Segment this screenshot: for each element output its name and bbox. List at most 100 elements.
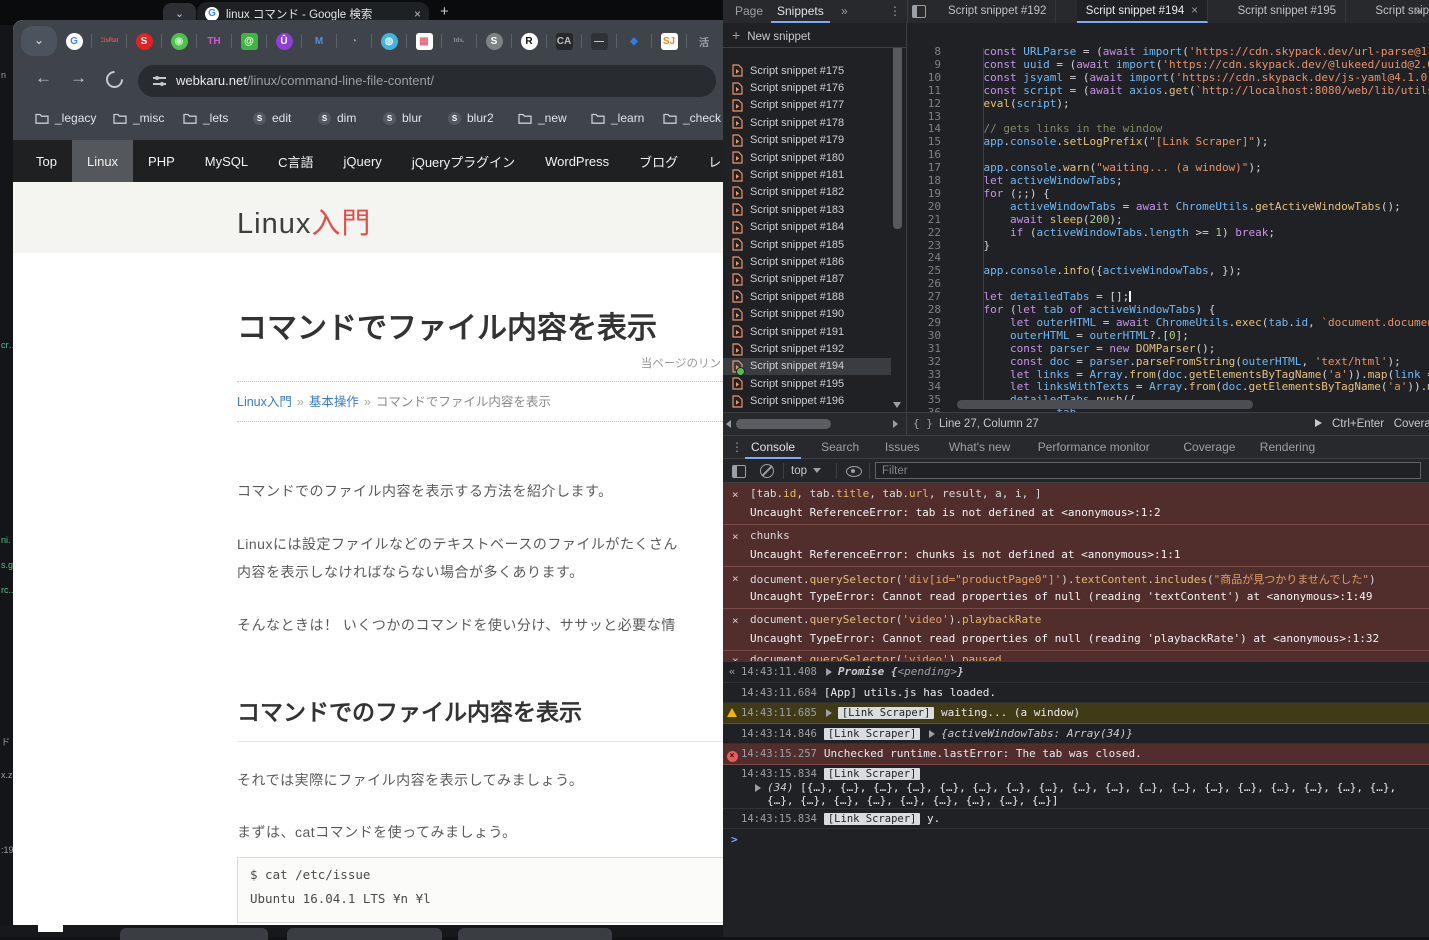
orange-sj-favicon[interactable]: SJ — [658, 30, 680, 52]
snippet-item-195[interactable]: Script snippet #195 — [723, 375, 891, 392]
snippet-item-185[interactable]: Script snippet #185 — [723, 236, 891, 253]
snippet-item-184[interactable]: Script snippet #184 — [723, 219, 891, 236]
more-editor-tabs-icon[interactable]: » — [1409, 0, 1428, 23]
drawer-tab-console[interactable]: Console — [745, 436, 801, 459]
console-warning-message[interactable]: 14:43:11.685[Link Scraper] waiting... (a… — [723, 703, 1429, 724]
page-meta-link[interactable]: 当ページのリン — [641, 355, 721, 371]
site-nav--[interactable]: ブログ — [624, 140, 693, 182]
snippet-item-187[interactable]: Script snippet #187 — [723, 271, 891, 288]
globe-s-favicon[interactable]: S — [483, 30, 505, 52]
close-tab-icon[interactable]: × — [1191, 5, 1198, 17]
console-error-message[interactable]: ×[tab.id, tab.title, tab.url, result, a,… — [723, 483, 1429, 525]
drawer-tab-rendering[interactable]: Rendering — [1254, 436, 1321, 459]
site-nav-wordpress[interactable]: WordPress — [530, 140, 624, 182]
code-line-25[interactable]: 25 app.console.info({activeWindowTabs, }… — [907, 265, 1429, 278]
bookmark-dim[interactable]: Sdim — [318, 111, 356, 125]
bookmark-lets[interactable]: _lets — [183, 111, 228, 125]
url-text[interactable]: webkaru.net/linux/command-line-file-cont… — [176, 73, 434, 88]
snippets-horizontal-scrollbar[interactable] — [723, 413, 907, 435]
tds-favicon[interactable]: tds. — [448, 30, 470, 52]
new-tab-button[interactable]: + — [440, 3, 449, 20]
panel-tab-snippets[interactable]: Snippets — [771, 0, 830, 23]
editor-tab-194[interactable]: Script snippet #194× — [1077, 0, 1208, 23]
menu-dots-icon[interactable]: ⋮ — [883, 0, 907, 23]
code-editor[interactable]: 8 const URLParse = (await import('https:… — [907, 23, 1429, 412]
bookmark-misc[interactable]: _misc — [113, 111, 164, 125]
green-robot-favicon[interactable]: ◉ — [168, 30, 190, 52]
code-line-23[interactable]: 23 } — [907, 240, 1429, 253]
error-close-icon[interactable]: × — [732, 654, 739, 662]
site-nav-mysql[interactable]: MySQL — [190, 140, 263, 182]
snippet-item-180[interactable]: Script snippet #180 — [723, 149, 891, 166]
snippet-item-192[interactable]: Script snippet #192 — [723, 340, 891, 357]
snippets-vertical-scrollbar[interactable] — [892, 25, 903, 410]
console-error-message-clipped[interactable]: ×document.querySelector('video').paused — [723, 651, 1429, 662]
editor-tab-195[interactable]: Script snippet #195 — [1229, 0, 1346, 23]
panel-tab-page[interactable]: Page — [729, 0, 769, 23]
bookmark-new[interactable]: _new — [518, 111, 567, 125]
error-close-icon[interactable]: × — [732, 530, 739, 543]
console-result-message[interactable]: «14:43:11.408Promise {<pending>} — [723, 662, 1429, 683]
snippet-item-175[interactable]: Script snippet #175 — [723, 62, 891, 79]
at-favicon[interactable]: @ — [238, 30, 260, 52]
snippet-item-194[interactable]: Script snippet #194 — [723, 358, 891, 375]
error-close-icon[interactable]: × — [732, 488, 739, 501]
context-selector[interactable]: top — [791, 459, 821, 483]
purple-shield-favicon[interactable]: Û — [273, 30, 295, 52]
expand-triangle-icon[interactable] — [755, 784, 761, 792]
snippet-item-179[interactable]: Script snippet #179 — [723, 132, 891, 149]
expand-triangle-icon[interactable] — [929, 730, 935, 738]
close-tab-icon[interactable]: × — [414, 7, 421, 21]
console-error-message[interactable]: ×document.querySelector('div[id="product… — [723, 567, 1429, 609]
site-nav-jquery[interactable]: jQuery — [329, 140, 397, 182]
live-expression-eye-icon[interactable] — [846, 466, 862, 477]
site-nav-php[interactable]: PHP — [133, 140, 190, 182]
tab-search-button[interactable]: ⌄ — [21, 26, 57, 56]
toggle-navigator-icon[interactable] — [912, 5, 926, 18]
red-s-favicon[interactable]: S — [133, 30, 155, 52]
snippet-item-196[interactable]: Script snippet #196 — [723, 393, 891, 410]
editor-tab-192[interactable]: Script snippet #192 — [939, 0, 1056, 23]
breadcrumb-item[interactable]: 基本操作 — [309, 395, 359, 409]
drawer-tab-search[interactable]: Search — [815, 436, 865, 459]
google-favicon[interactable]: G — [63, 30, 85, 52]
editor-horizontal-scrollbar[interactable] — [957, 400, 1253, 409]
drawer-tab-performance-monitor[interactable]: Performance monitor — [1032, 436, 1156, 459]
new-snippet-button[interactable]: +New snippet — [723, 23, 907, 48]
snippet-item-182[interactable]: Script snippet #182 — [723, 184, 891, 201]
more-panels-icon[interactable]: » — [835, 0, 854, 23]
forward-icon[interactable]: → — [70, 68, 87, 88]
drawer-tab-coverage[interactable]: Coverage — [1177, 436, 1241, 459]
snippet-item-190[interactable]: Script snippet #190 — [723, 306, 891, 323]
console-log-message[interactable]: 14:43:15.834[Link Scraper] y. — [723, 809, 1429, 830]
hex-face-favicon[interactable]: ◍ — [378, 30, 400, 52]
code-line-15[interactable]: 15 app.console.setLogPrefix("[Link Scrap… — [907, 136, 1429, 149]
reload-icon[interactable] — [102, 67, 126, 91]
site-nav--[interactable]: レンサバ比較 — [693, 140, 723, 182]
code-line-12[interactable]: 12 eval(script); — [907, 98, 1429, 111]
expand-triangle-icon[interactable] — [826, 668, 832, 676]
ca-box-favicon[interactable]: CA — [553, 30, 575, 52]
site-nav-c-[interactable]: C言語 — [263, 140, 328, 182]
site-settings-icon[interactable] — [153, 75, 166, 87]
run-icon[interactable] — [1315, 419, 1322, 427]
snippet-item-186[interactable]: Script snippet #186 — [723, 253, 891, 270]
error-close-icon[interactable]: × — [732, 614, 739, 627]
console-error-message[interactable]: ×chunksUncaught ReferenceError: chunks i… — [723, 525, 1429, 567]
th-favicon[interactable]: TH — [203, 30, 225, 52]
cisrat-favicon[interactable]: CisRat — [98, 30, 120, 52]
blue-m-favicon[interactable]: M — [308, 30, 330, 52]
snippet-item-183[interactable]: Script snippet #183 — [723, 201, 891, 218]
bookmark-learn[interactable]: _learn — [591, 111, 644, 125]
bookmark-edit[interactable]: Sedit — [253, 111, 291, 125]
console-prompt[interactable]: > — [723, 829, 1429, 851]
back-icon[interactable]: ← — [35, 68, 52, 88]
snippet-item-176[interactable]: Script snippet #176 — [723, 79, 891, 96]
console-messages[interactable]: ×[tab.id, tab.title, tab.url, result, a,… — [723, 483, 1429, 937]
site-nav-linux[interactable]: Linux — [72, 140, 133, 182]
bookmark-blur2[interactable]: Sblur2 — [448, 111, 494, 125]
site-nav-jquery-[interactable]: jQueryプラグイン — [397, 140, 530, 182]
snippet-item-188[interactable]: Script snippet #188 — [723, 288, 891, 305]
snippet-item-177[interactable]: Script snippet #177 — [723, 97, 891, 114]
dash-box-favicon[interactable]: — — [588, 30, 610, 52]
